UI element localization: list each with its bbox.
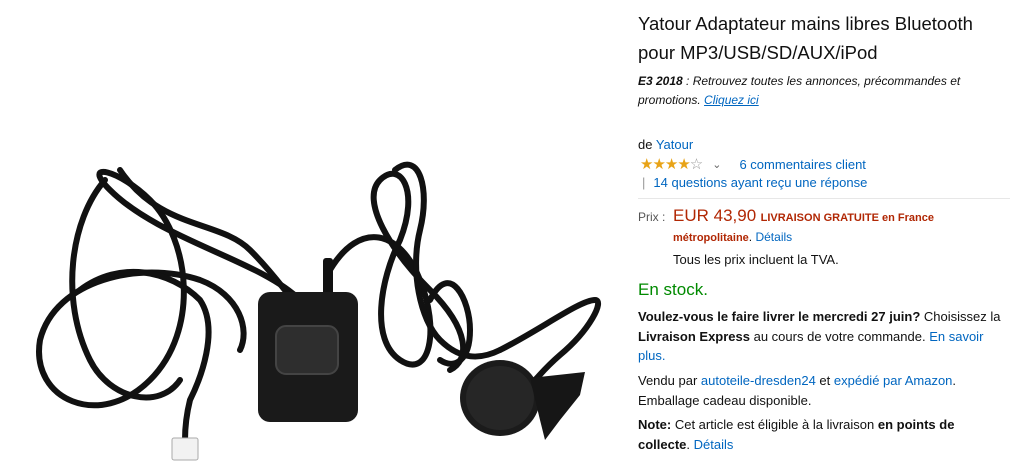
reviews-link[interactable]: 6 commentaires client bbox=[739, 157, 865, 172]
promo-banner: E3 2018 : Retrouvez toutes les annonces,… bbox=[638, 72, 998, 110]
seller-and: et bbox=[815, 373, 834, 388]
note-text: Cet article est éligible à la livraison bbox=[671, 417, 878, 432]
price-block: EUR 43,90 LIVRAISON GRATUITE en France m… bbox=[673, 206, 1008, 267]
divider bbox=[638, 198, 1010, 199]
questions-link[interactable]: 14 questions ayant reçu une réponse bbox=[653, 175, 867, 190]
product-image[interactable] bbox=[0, 0, 630, 463]
questions-row: | 14 questions ayant reçu une réponse bbox=[642, 175, 867, 190]
delivery-info: Voulez-vous le faire livrer le mercredi … bbox=[638, 307, 1010, 366]
fulfilled-by-link[interactable]: expédié par Amazon bbox=[834, 373, 953, 388]
price-label: Prix : bbox=[638, 210, 666, 224]
express-delivery: Livraison Express bbox=[638, 328, 750, 344]
note-dot: . bbox=[686, 436, 694, 452]
delivery-text-2: au cours de votre commande. bbox=[750, 328, 930, 344]
brand-prefix: de bbox=[638, 137, 656, 152]
pickup-note: Note: Cet article est éligible à la livr… bbox=[638, 415, 1010, 454]
brand-link[interactable]: Yatour bbox=[656, 137, 693, 152]
promo-text: : Retrouvez toutes les annonces, précomm… bbox=[638, 74, 961, 107]
brand-line: de Yatour bbox=[638, 137, 693, 152]
rating-row: ★★★★☆ ⌄ 6 commentaires client bbox=[640, 155, 866, 173]
shipping-details-link[interactable]: Détails bbox=[755, 230, 792, 244]
pickup-details-link[interactable]: Détails bbox=[694, 437, 734, 452]
star-rating-icon[interactable]: ★★★★☆ bbox=[640, 155, 703, 173]
seller-dot: . bbox=[952, 373, 957, 388]
note-label: Note: bbox=[638, 417, 672, 432]
product-title: Yatour Adaptateur mains libres Bluetooth… bbox=[638, 13, 973, 63]
price-amount: EUR 43,90 bbox=[673, 206, 757, 225]
seller-link[interactable]: autoteile-dresden24 bbox=[701, 373, 816, 388]
sold-by-label: Vendu par bbox=[638, 373, 701, 388]
seller-info: Vendu par autoteile-dresden24 et expédié… bbox=[638, 371, 1010, 410]
gift-wrap-text: Emballage cadeau disponible. bbox=[638, 392, 812, 408]
separator: | bbox=[642, 175, 646, 190]
delivery-date-question: Voulez-vous le faire livrer le mercredi … bbox=[638, 309, 921, 324]
stock-status: En stock. bbox=[638, 280, 708, 299]
chevron-down-icon[interactable]: ⌄ bbox=[712, 158, 721, 171]
delivery-text: Choisissez la bbox=[920, 309, 1001, 324]
promo-link[interactable]: Cliquez ici bbox=[704, 93, 759, 107]
vat-note: Tous les prix incluent la TVA. bbox=[673, 252, 839, 267]
promo-event: E3 2018 bbox=[638, 74, 683, 88]
product-photo-icon bbox=[36, 161, 602, 461]
